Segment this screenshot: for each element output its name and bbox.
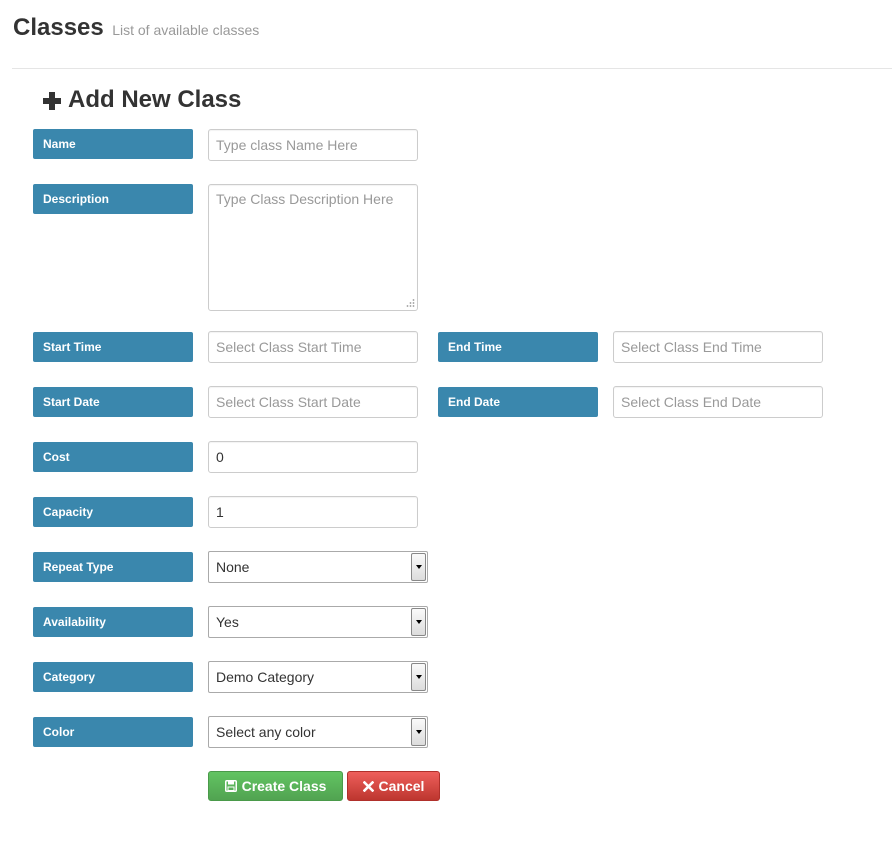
- description-label: Description: [33, 184, 193, 214]
- description-textarea[interactable]: [208, 184, 418, 311]
- plus-icon: [42, 90, 62, 110]
- name-input[interactable]: [208, 129, 418, 161]
- end-time-input[interactable]: [613, 331, 823, 363]
- repeat-type-label: Repeat Type: [33, 552, 193, 582]
- repeat-type-selected: None: [216, 559, 250, 575]
- create-class-label: Create Class: [241, 778, 327, 794]
- cancel-button[interactable]: Cancel: [347, 771, 440, 801]
- chevron-down-icon[interactable]: [411, 608, 426, 636]
- cost-input[interactable]: [208, 441, 418, 473]
- cost-label: Cost: [33, 442, 193, 472]
- color-selected: Select any color: [216, 724, 316, 740]
- create-class-button[interactable]: Create Class: [208, 771, 343, 801]
- availability-selected: Yes: [216, 614, 239, 630]
- close-icon: [362, 780, 374, 792]
- repeat-type-select[interactable]: None: [208, 551, 428, 583]
- page-subtitle: List of available classes: [112, 22, 260, 38]
- start-date-input[interactable]: [208, 386, 418, 418]
- end-date-input[interactable]: [613, 386, 823, 418]
- end-date-label: End Date: [438, 387, 598, 417]
- page-title: Classes: [13, 14, 104, 41]
- availability-label: Availability: [33, 607, 193, 637]
- start-time-input[interactable]: [208, 331, 418, 363]
- header-divider: [12, 68, 892, 69]
- category-selected: Demo Category: [216, 669, 315, 685]
- cancel-label: Cancel: [378, 778, 425, 794]
- category-select[interactable]: Demo Category: [208, 661, 428, 693]
- color-label: Color: [33, 717, 193, 747]
- start-date-label: Start Date: [33, 387, 193, 417]
- chevron-down-icon[interactable]: [411, 553, 426, 581]
- form-title: Add New Class: [42, 86, 241, 114]
- form-title-text: Add New Class: [68, 86, 242, 113]
- page-header: Classes List of available classes: [13, 14, 259, 50]
- end-time-label: End Time: [438, 332, 598, 362]
- chevron-down-icon[interactable]: [411, 663, 426, 691]
- name-label: Name: [33, 129, 193, 159]
- category-label: Category: [33, 662, 193, 692]
- capacity-label: Capacity: [33, 497, 193, 527]
- save-icon: [224, 780, 237, 792]
- resize-grip-icon[interactable]: [405, 298, 415, 308]
- chevron-down-icon[interactable]: [411, 718, 426, 746]
- color-select[interactable]: Select any color: [208, 716, 428, 748]
- capacity-input[interactable]: [208, 496, 418, 528]
- start-time-label: Start Time: [33, 332, 193, 362]
- availability-select[interactable]: Yes: [208, 606, 428, 638]
